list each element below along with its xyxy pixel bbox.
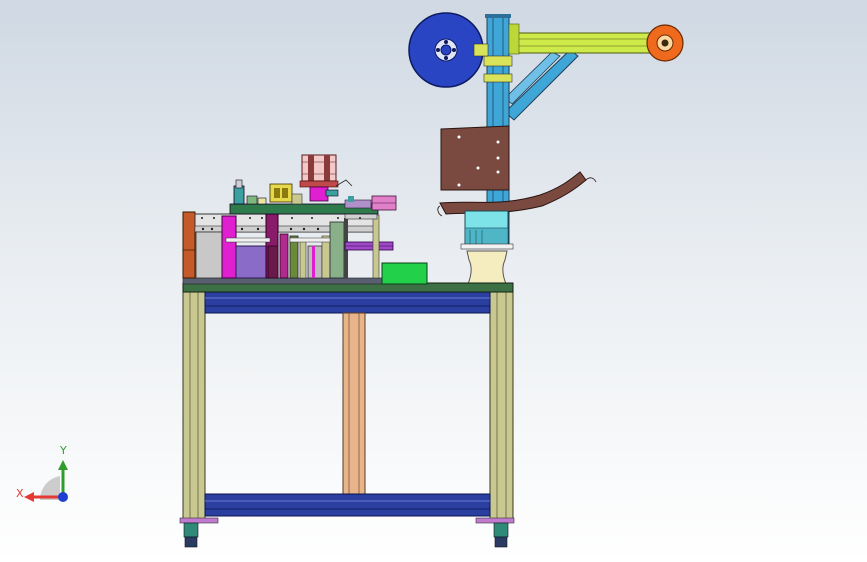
right-leg	[489, 287, 514, 521]
lower-blue-rail	[204, 493, 491, 517]
processing-module	[182, 154, 428, 285]
cream-base	[466, 250, 508, 285]
purple-block	[235, 245, 267, 279]
z-axis-dot	[58, 492, 68, 502]
left-leg	[182, 287, 206, 521]
feeder-head	[437, 125, 597, 285]
machine-drawing: X Y	[16, 12, 684, 548]
pink-cylinder	[301, 154, 337, 182]
horizontal-arm	[508, 32, 655, 54]
green-box	[381, 262, 428, 285]
magenta-block	[221, 215, 237, 279]
cad-viewport[interactable]: X Y	[0, 0, 867, 562]
center-column	[342, 312, 366, 496]
left-side-plate	[182, 211, 196, 279]
table-frame	[179, 277, 515, 548]
axis-triad[interactable]: X Y	[16, 444, 68, 502]
yellow-block	[269, 183, 293, 203]
right-foot	[475, 517, 515, 548]
x-axis-label: X	[16, 487, 24, 500]
left-foot	[179, 517, 219, 548]
table-top	[182, 282, 514, 293]
upper-blue-rail	[204, 290, 491, 314]
diagonal-brace	[504, 49, 579, 121]
y-axis-label: Y	[59, 444, 67, 457]
